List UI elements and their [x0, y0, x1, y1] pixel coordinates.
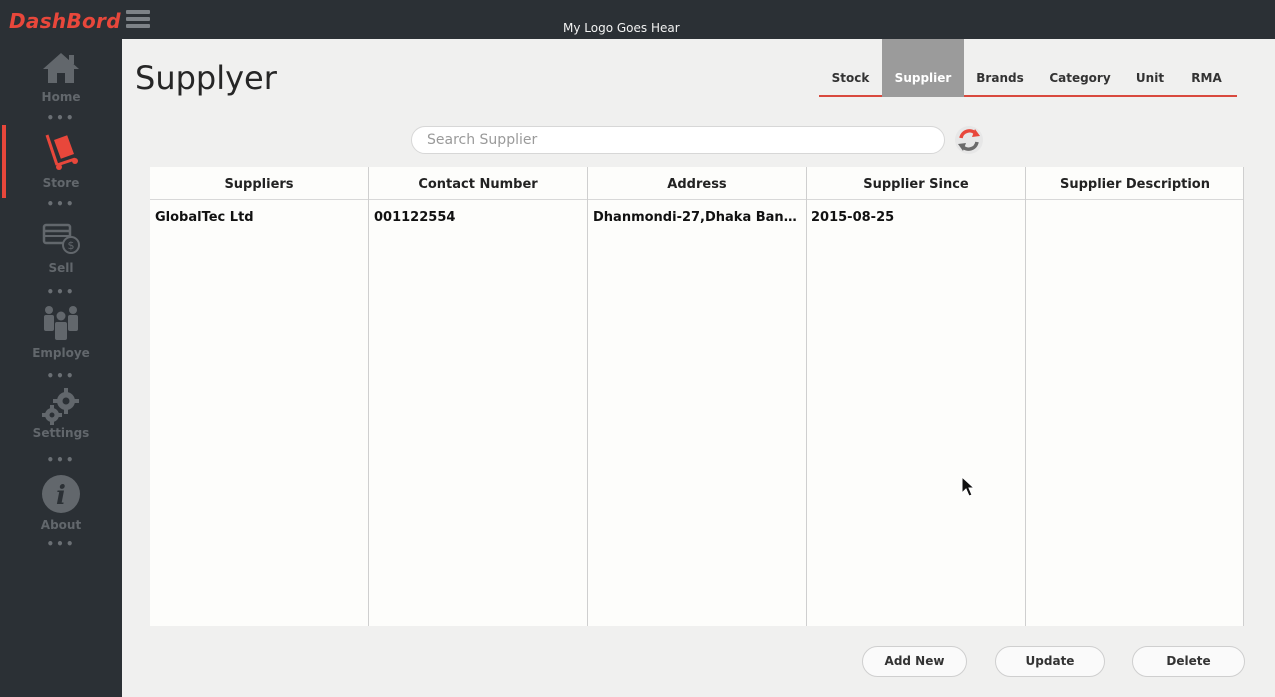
search-input[interactable]: [411, 126, 945, 154]
sidebar-item-store[interactable]: Store: [0, 131, 122, 190]
sidebar-item-label: Settings: [32, 426, 90, 440]
sidebar-item-label: Store: [42, 176, 80, 190]
tab-bar: Stock Supplier Brands Category Unit RMA: [819, 39, 1237, 97]
info-icon: i: [42, 475, 80, 513]
column-header-supplier-description[interactable]: Supplier Description: [1026, 167, 1244, 199]
sidebar-item-label: About: [40, 518, 82, 532]
refresh-icon[interactable]: [954, 125, 984, 155]
cell-supplier-since[interactable]: 2015-08-25: [811, 210, 1019, 225]
tab-supplier[interactable]: Supplier: [882, 39, 964, 97]
table-header: Suppliers Contact Number Address Supplie…: [150, 167, 1244, 200]
main-panel: Supplyer Stock Supplier Brands Category …: [122, 39, 1275, 697]
tab-category[interactable]: Category: [1036, 39, 1124, 97]
hand-truck-icon: [45, 134, 78, 170]
cell-contact-number[interactable]: 001122554: [374, 210, 582, 225]
logo-text: My Logo Goes Hear: [563, 21, 680, 35]
column-divider: [806, 167, 807, 626]
column-divider: [587, 167, 588, 626]
separator-dots: •••: [46, 537, 76, 551]
page-title: Supplyer: [135, 59, 277, 97]
supplier-table: Suppliers Contact Number Address Supplie…: [150, 167, 1244, 626]
svg-text:i: i: [56, 481, 66, 511]
sidebar-item-settings[interactable]: Settings: [0, 387, 122, 440]
sidebar-item-label: Sell: [48, 261, 74, 275]
gears-icon: [42, 388, 79, 425]
separator-dots: •••: [46, 453, 76, 467]
sidebar-item-home[interactable]: Home: [0, 51, 122, 104]
column-divider: [1025, 167, 1026, 626]
svg-text:$: $: [68, 239, 75, 252]
tab-stock[interactable]: Stock: [819, 39, 882, 97]
separator-dots: •••: [46, 197, 76, 211]
update-button[interactable]: Update: [995, 646, 1105, 677]
column-divider: [1243, 167, 1244, 626]
add-new-button[interactable]: Add New: [862, 646, 967, 677]
sidebar-item-about[interactable]: i About: [0, 474, 122, 532]
home-icon: [43, 53, 79, 83]
tab-unit[interactable]: Unit: [1124, 39, 1176, 97]
sidebar-item-label: Home: [41, 90, 81, 104]
cash-register-icon: $: [42, 223, 80, 254]
cell-address[interactable]: Dhanmondi-27,Dhaka Bangladesh: [593, 210, 799, 225]
separator-dots: •••: [46, 285, 76, 299]
column-header-address[interactable]: Address: [588, 167, 806, 199]
app-brand: DashBord: [9, 9, 121, 33]
people-icon: [44, 306, 78, 340]
tab-brands[interactable]: Brands: [964, 39, 1036, 97]
separator-dots: •••: [46, 111, 76, 125]
top-bar: DashBord My Logo Goes Hear: [0, 0, 1275, 39]
hamburger-menu-icon[interactable]: [126, 10, 150, 32]
separator-dots: •••: [46, 369, 76, 383]
tab-rma[interactable]: RMA: [1176, 39, 1237, 97]
column-header-suppliers[interactable]: Suppliers: [150, 167, 368, 199]
mouse-cursor-icon: [961, 476, 975, 497]
column-divider: [368, 167, 369, 626]
sidebar-item-label: Employe: [32, 346, 90, 360]
cell-supplier-name[interactable]: GlobalTec Ltd: [155, 210, 363, 225]
sidebar: Home ••• Store ••• $ Sell ••• Employe ••…: [0, 39, 122, 697]
column-header-supplier-since[interactable]: Supplier Since: [807, 167, 1025, 199]
column-header-contact-number[interactable]: Contact Number: [369, 167, 587, 199]
sidebar-item-sell[interactable]: $ Sell: [0, 223, 122, 275]
delete-button[interactable]: Delete: [1132, 646, 1245, 677]
sidebar-item-employe[interactable]: Employe: [0, 304, 122, 360]
